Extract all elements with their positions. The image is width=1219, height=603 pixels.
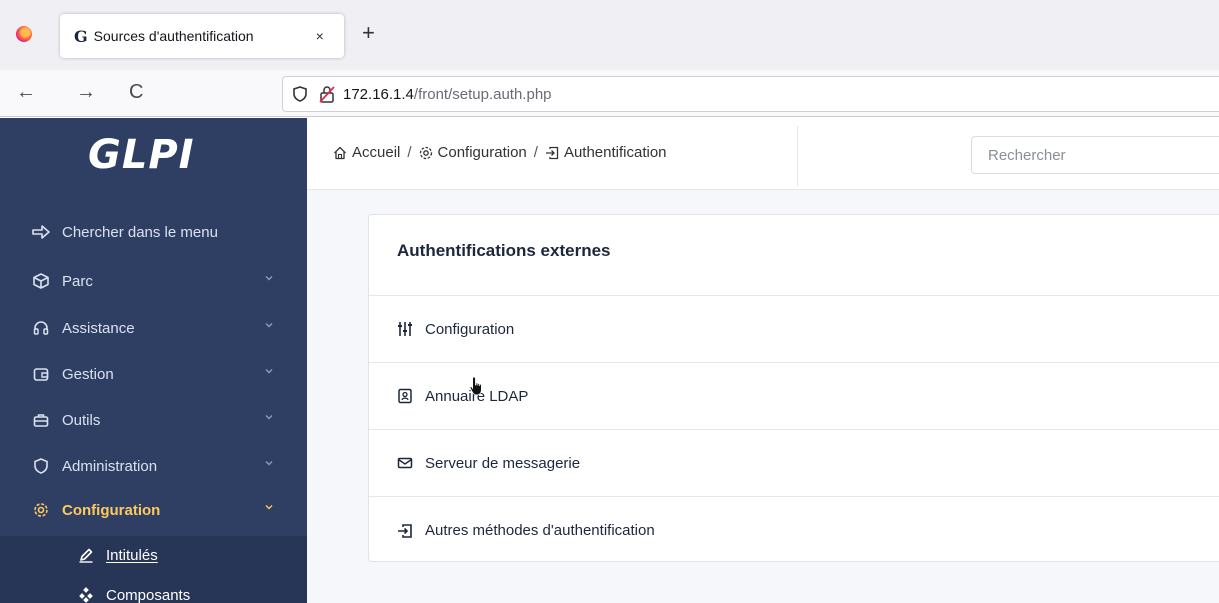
chevron-down-icon bbox=[265, 461, 273, 466]
browser-nav-bar: ← → C 172.16.1.4/front/setup.auth.php bbox=[0, 70, 1219, 117]
chevron-down-icon bbox=[265, 415, 273, 420]
chevron-down-icon bbox=[265, 323, 273, 328]
menu-item-label: Gestion bbox=[62, 365, 114, 383]
main-content: Accueil / Configuration / Authentificati… bbox=[307, 118, 1219, 603]
sliders-icon bbox=[397, 321, 413, 337]
sidebar-item-assistance[interactable]: Assistance bbox=[0, 306, 307, 350]
sidebar-item-administration[interactable]: Administration bbox=[0, 444, 307, 488]
arrow-right-icon bbox=[32, 223, 50, 241]
menu-item-label: Outils bbox=[62, 411, 101, 429]
sidebar-item-outils[interactable]: Outils bbox=[0, 398, 307, 442]
edit-icon bbox=[78, 547, 94, 563]
chevron-down-icon bbox=[265, 369, 273, 374]
new-tab-button[interactable]: + bbox=[362, 22, 375, 44]
tracking-shield-icon[interactable] bbox=[293, 86, 307, 102]
header-divider bbox=[797, 126, 798, 186]
close-tab-icon[interactable]: × bbox=[316, 28, 324, 44]
glpi-favicon-icon: G bbox=[74, 26, 88, 46]
wallet-icon bbox=[32, 365, 50, 383]
submenu-item-label: Composants bbox=[106, 586, 191, 603]
tab-title: Sources d'authentification bbox=[93, 28, 254, 44]
auth-row-label: Serveur de messagerie bbox=[425, 454, 581, 472]
submenu-item-composants[interactable]: Composants bbox=[0, 576, 307, 603]
breadcrumb-home-link[interactable]: Accueil bbox=[352, 144, 400, 161]
auth-row-configuration[interactable]: Configuration bbox=[369, 296, 1219, 363]
menu-item-label: Parc bbox=[62, 272, 93, 290]
glpi-logo[interactable]: GLPI bbox=[88, 132, 195, 178]
card-header: Authentifications externes bbox=[369, 215, 1219, 296]
breadcrumb-authentification-link[interactable]: Authentification bbox=[564, 144, 667, 161]
search-input[interactable] bbox=[971, 136, 1219, 174]
hand-cursor-icon bbox=[469, 376, 482, 396]
card-title: Authentifications externes bbox=[397, 241, 611, 260]
menu-item-label: Chercher dans le menu bbox=[62, 223, 218, 241]
mail-icon bbox=[397, 455, 413, 471]
browser-tab[interactable]: G Sources d'authentification × bbox=[60, 14, 344, 58]
firefox-icon[interactable] bbox=[16, 26, 32, 42]
chevron-down-icon bbox=[265, 276, 273, 281]
submenu-item-label: Intitulés bbox=[106, 546, 158, 564]
browser-tab-bar: G Sources d'authentification × + bbox=[0, 0, 1219, 70]
components-icon bbox=[78, 587, 94, 603]
chevron-down-icon bbox=[265, 505, 273, 510]
insecure-lock-icon[interactable] bbox=[319, 85, 335, 103]
sidebar-item-parc[interactable]: Parc bbox=[0, 259, 307, 303]
sidebar-item-configuration[interactable]: Configuration bbox=[0, 488, 307, 532]
url-path: /front/setup.auth.php bbox=[413, 85, 552, 103]
forward-button[interactable]: → bbox=[76, 80, 96, 104]
auth-row-label: Configuration bbox=[425, 320, 515, 338]
back-button[interactable]: ← bbox=[16, 80, 36, 104]
briefcase-icon bbox=[32, 411, 50, 429]
configuration-submenu: Intitulés Composants bbox=[0, 536, 307, 603]
sidebar: GLPI Chercher dans le menu Parc Assistan… bbox=[0, 118, 307, 603]
submenu-item-intitules[interactable]: Intitulés bbox=[0, 536, 307, 574]
menu-item-label: Configuration bbox=[62, 501, 161, 519]
auth-row-label: Autres méthodes d'authentification bbox=[425, 522, 655, 539]
box-icon bbox=[32, 272, 50, 290]
menu-item-label: Administration bbox=[62, 457, 158, 475]
gear-icon bbox=[32, 501, 50, 519]
top-header: Accueil / Configuration / Authentificati… bbox=[307, 118, 1219, 190]
breadcrumb: Accueil / Configuration / Authentificati… bbox=[333, 144, 667, 161]
menu-search-item[interactable]: Chercher dans le menu bbox=[0, 210, 307, 254]
address-bar[interactable]: 172.16.1.4/front/setup.auth.php bbox=[282, 76, 1219, 112]
address-book-icon bbox=[397, 388, 413, 404]
auth-row-ldap[interactable]: Annuaire LDAP bbox=[369, 363, 1219, 430]
url-host: 172.16.1.4 bbox=[343, 85, 414, 103]
headset-icon bbox=[32, 319, 50, 337]
auth-row-mail-server[interactable]: Serveur de messagerie bbox=[369, 430, 1219, 497]
home-icon bbox=[333, 146, 347, 160]
menu-item-label: Assistance bbox=[62, 319, 135, 337]
gear-icon bbox=[419, 146, 433, 160]
auth-row-other-methods[interactable]: Autres méthodes d'authentification bbox=[369, 497, 1219, 564]
external-auth-card: Authentifications externes Configuration… bbox=[368, 214, 1219, 562]
login-icon bbox=[545, 146, 559, 160]
sidebar-item-gestion[interactable]: Gestion bbox=[0, 352, 307, 396]
breadcrumb-separator: / bbox=[533, 144, 538, 161]
reload-button[interactable]: C bbox=[129, 80, 143, 104]
login-icon bbox=[397, 523, 413, 539]
breadcrumb-separator: / bbox=[407, 144, 412, 161]
breadcrumb-configuration-link[interactable]: Configuration bbox=[438, 144, 527, 161]
shield-icon bbox=[32, 457, 50, 475]
